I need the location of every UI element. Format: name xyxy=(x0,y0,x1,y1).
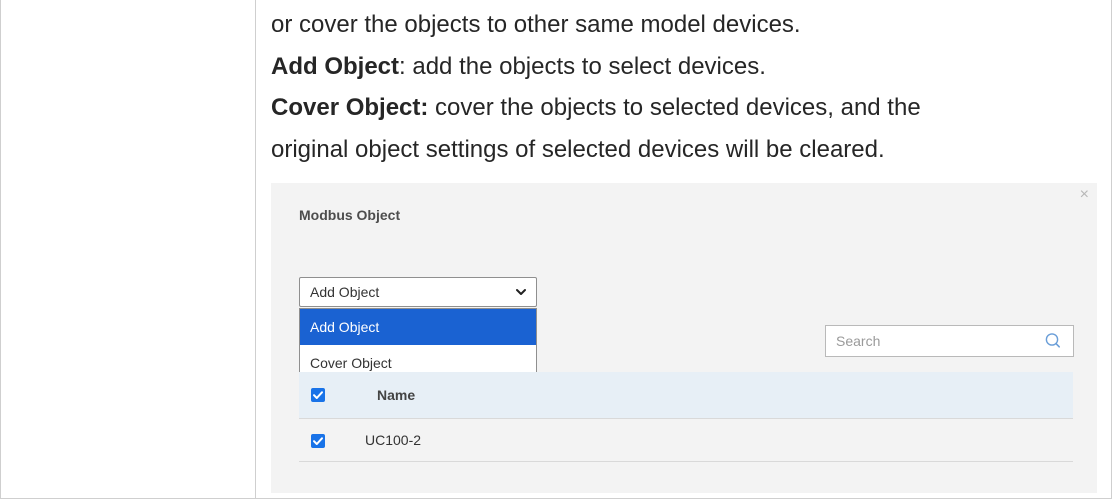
check-icon xyxy=(313,391,323,399)
description-line-text: cover the objects to selected devices, a… xyxy=(428,94,921,121)
search-input[interactable]: Search xyxy=(825,325,1074,357)
description-line: Cover Object: cover the objects to selec… xyxy=(271,87,1101,129)
select-value: Add Object xyxy=(310,284,380,300)
table-left-cell xyxy=(0,0,256,499)
description-line-text: original object settings of selected dev… xyxy=(271,135,885,163)
description-line: or cover the objects to other same model… xyxy=(271,4,1101,46)
description-line-text: : add the objects to select devices. xyxy=(399,52,766,80)
table-header: Name xyxy=(299,372,1073,419)
search-placeholder: Search xyxy=(836,333,881,349)
row-checkbox[interactable] xyxy=(311,433,325,448)
dialog-title: Modbus Object xyxy=(299,207,401,223)
close-icon[interactable]: × xyxy=(1080,187,1089,203)
column-header-name: Name xyxy=(377,387,416,403)
table-row[interactable]: UC100-2 xyxy=(299,420,1073,462)
description-line: Add Object: add the objects to select de… xyxy=(271,46,1101,88)
check-icon xyxy=(313,436,323,445)
search-icon[interactable] xyxy=(1043,331,1063,351)
object-mode-select[interactable]: Add Object xyxy=(299,277,537,307)
description-line-term: Add Object xyxy=(271,52,400,80)
description-text: or cover the objects to other same model… xyxy=(271,4,1101,170)
row-device-name: UC100-2 xyxy=(365,432,422,448)
modbus-object-dialog: Modbus Object × Add Object Add Object Co… xyxy=(271,183,1097,493)
description-line-term: Cover Object: xyxy=(271,94,429,121)
select-all-checkbox[interactable] xyxy=(311,388,325,402)
chevron-down-icon xyxy=(516,289,526,295)
dropdown-option-add-object[interactable]: Add Object xyxy=(300,309,536,345)
description-line: original object settings of selected dev… xyxy=(271,129,1101,171)
description-line-text: or cover the objects to other same model… xyxy=(271,11,801,38)
object-mode-dropdown: Add Object Cover Object xyxy=(299,308,537,382)
